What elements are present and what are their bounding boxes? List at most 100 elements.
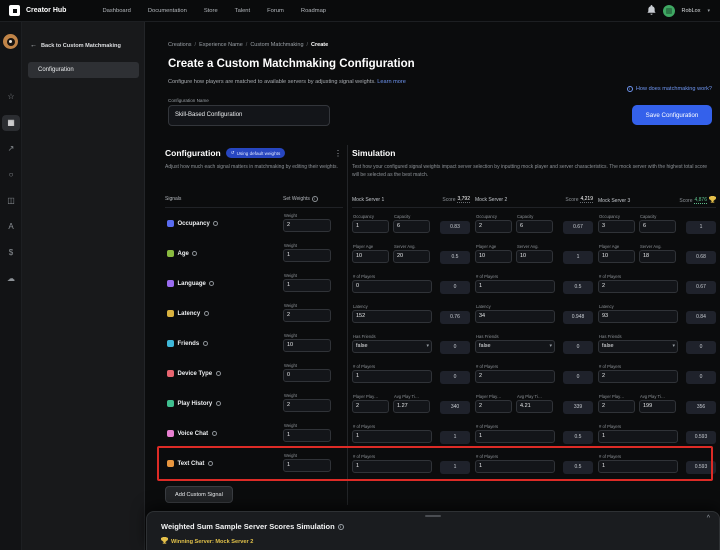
signal-label: Play History xyxy=(178,401,213,407)
sim-field-input[interactable]: 2 xyxy=(352,400,389,413)
signal-info-icon xyxy=(203,341,208,346)
sim-cell-occupancy-server-3: Occupancy3Capacity61 xyxy=(598,210,716,240)
sim-field-input[interactable]: 1 xyxy=(352,370,432,383)
nav-link-store[interactable]: Store xyxy=(204,8,218,14)
sim-field-input[interactable]: 1 xyxy=(475,430,555,443)
sim-field-input[interactable]: 10 xyxy=(598,250,635,263)
weight-input[interactable]: 1 xyxy=(283,459,331,472)
collaboration-icon[interactable]: ◫ xyxy=(0,192,22,210)
sim-field-input[interactable]: 2 xyxy=(475,370,555,383)
home-icon[interactable]: ☆ xyxy=(0,88,22,106)
simulation-panel-title: Simulation xyxy=(352,148,395,158)
sim-field-input[interactable]: 0 xyxy=(352,280,432,293)
sim-field-input[interactable]: 1 xyxy=(352,430,432,443)
sim-field-input[interactable]: 3 xyxy=(598,220,635,233)
creations-icon[interactable]: ▦ xyxy=(0,114,22,132)
sim-field-input[interactable]: 34 xyxy=(475,310,555,323)
sim-field-input[interactable]: 10 xyxy=(516,250,553,263)
has-friends-select[interactable]: false▾ xyxy=(475,340,555,353)
weight-input[interactable]: 2 xyxy=(283,219,331,232)
breadcrumb-item[interactable]: Creations xyxy=(168,42,192,48)
sim-field: Player Age10 xyxy=(352,244,389,263)
analytics-icon[interactable]: ↗ xyxy=(0,140,22,158)
rail-avatar[interactable] xyxy=(3,34,18,49)
sim-field-input[interactable]: 18 xyxy=(639,250,676,263)
breadcrumb-item[interactable]: Create xyxy=(311,42,328,48)
signal-info-icon xyxy=(212,431,217,436)
user-menu[interactable]: RobLox xyxy=(682,8,701,14)
sim-cell-latency-server-2: Latency340.948 xyxy=(475,300,593,330)
sim-field-input[interactable]: 10 xyxy=(475,250,512,263)
kebab-menu[interactable]: ⋮ xyxy=(334,149,342,158)
sim-field-input[interactable]: 20 xyxy=(393,250,430,263)
chevron-down-icon: ▾ xyxy=(707,8,710,14)
sim-field-input[interactable]: 2 xyxy=(598,370,678,383)
sim-field: # of Players1 xyxy=(475,424,555,443)
breadcrumb-item[interactable]: Custom Matchmaking xyxy=(250,42,303,48)
sim-field-input[interactable]: 10 xyxy=(352,250,389,263)
weight-input[interactable]: 2 xyxy=(283,309,331,322)
add-custom-signal-button[interactable]: Add Custom Signal xyxy=(165,486,233,503)
has-friends-select[interactable]: false▾ xyxy=(598,340,678,353)
sim-field: # of Players1 xyxy=(598,454,678,473)
weight-label: Weight xyxy=(284,393,331,398)
sim-field-input[interactable]: 1 xyxy=(598,430,678,443)
sim-field-input[interactable]: 152 xyxy=(352,310,432,323)
sim-cell-age-server-2: Player Age10Server Avg.101 xyxy=(475,240,593,270)
sim-field-input[interactable]: 1 xyxy=(352,460,432,473)
cloud-icon[interactable]: ☁ xyxy=(0,270,22,288)
help-link[interactable]: i How does matchmaking work? xyxy=(627,86,712,92)
score-chip: 0 xyxy=(563,341,593,354)
sim-field-input[interactable]: 4.21 xyxy=(516,400,553,413)
signal-label: Device Type xyxy=(178,371,213,377)
nav-link-documentation[interactable]: Documentation xyxy=(148,8,187,14)
nav-link-talent[interactable]: Talent xyxy=(235,8,250,14)
sim-field-input[interactable]: 2 xyxy=(598,280,678,293)
sim-field-input[interactable]: 6 xyxy=(516,220,553,233)
nav-link-dashboard[interactable]: Dashboard xyxy=(102,8,130,14)
nav-rail: ☆ ▦ ↗ ○ ◫ A $ ☁ xyxy=(0,22,22,550)
payments-icon[interactable]: $ xyxy=(0,244,22,262)
collapse-chevron-icon[interactable]: ^ xyxy=(707,515,710,522)
back-link[interactable]: ← Back to Custom Matchmaking xyxy=(30,42,121,49)
sim-field-input[interactable]: 6 xyxy=(639,220,676,233)
sim-field-input[interactable]: 6 xyxy=(393,220,430,233)
user-avatar[interactable] xyxy=(663,5,675,17)
sim-field-input[interactable]: 1 xyxy=(475,280,555,293)
sim-field-input[interactable]: 1 xyxy=(475,460,555,473)
weight-input[interactable]: 1 xyxy=(283,249,331,262)
weight-input[interactable]: 10 xyxy=(283,339,331,352)
score-chip: 0.67 xyxy=(686,281,716,294)
nav-link-roadmap[interactable]: Roadmap xyxy=(301,8,326,14)
weight-input[interactable]: 1 xyxy=(283,279,331,292)
weight-input[interactable]: 2 xyxy=(283,399,331,412)
badge-label: Using default weights xyxy=(237,151,281,156)
brand-title[interactable]: Creator Hub xyxy=(26,7,66,14)
learn-more-link[interactable]: Learn more xyxy=(377,79,406,85)
sim-field-input[interactable]: 1.27 xyxy=(393,400,430,413)
score-chip: 0 xyxy=(563,371,593,384)
sidebar-item-configuration[interactable]: Configuration xyxy=(28,62,139,78)
save-configuration-button[interactable]: Save Configuration xyxy=(632,105,712,125)
localization-icon[interactable]: A xyxy=(0,218,22,236)
sim-field-input[interactable]: 1 xyxy=(352,220,389,233)
sim-field: Server Avg.20 xyxy=(393,244,430,263)
has-friends-select[interactable]: false▾ xyxy=(352,340,432,353)
signal-color-swatch xyxy=(167,460,174,467)
sim-field-input[interactable]: 2 xyxy=(475,400,512,413)
nav-link-forum[interactable]: Forum xyxy=(267,8,284,14)
drawer-drag-handle[interactable] xyxy=(425,515,441,517)
roblox-logo-icon[interactable] xyxy=(9,5,20,16)
sim-field-input[interactable]: 2 xyxy=(475,220,512,233)
sim-field-input[interactable]: 2 xyxy=(598,400,635,413)
insights-icon[interactable]: ○ xyxy=(0,166,22,184)
configuration-name-input[interactable]: Skill-Based Configuration xyxy=(168,105,330,126)
sim-field-input[interactable]: 93 xyxy=(598,310,678,323)
sim-field-input[interactable]: 199 xyxy=(639,400,676,413)
breadcrumb-item[interactable]: Experience Name xyxy=(199,42,243,48)
notification-bell-icon[interactable] xyxy=(647,2,656,20)
weight-input[interactable]: 1 xyxy=(283,429,331,442)
sim-field: Has Friendsfalse▾ xyxy=(352,334,432,353)
weight-input[interactable]: 0 xyxy=(283,369,331,382)
sim-field-input[interactable]: 1 xyxy=(598,460,678,473)
